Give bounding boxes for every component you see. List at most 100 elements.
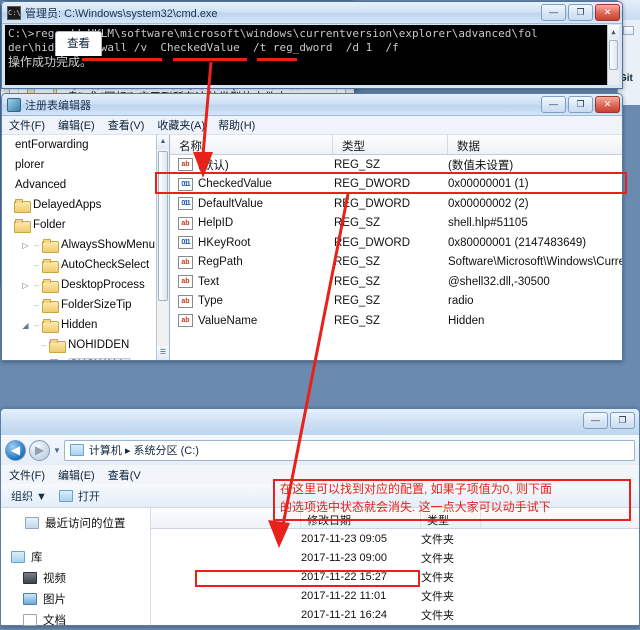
table-row[interactable]: 011 DefaultValue REG_DWORD 0x00000002 (2)	[170, 194, 622, 214]
col-type[interactable]: 类型	[333, 135, 448, 154]
tree-item[interactable]: – FolderSizeTip	[2, 295, 169, 315]
scroll-up-icon[interactable]: ▲	[608, 25, 619, 39]
value-type: REG_SZ	[334, 275, 381, 288]
explorer-file-list[interactable]: 修改日期 类型 2017-11-23 09:05 文件夹 2017-11-23 …	[151, 508, 639, 625]
col-data[interactable]: 数据	[448, 135, 622, 154]
explorer-titlebar: — ❐	[1, 409, 639, 435]
table-row[interactable]: ab RegPath REG_SZ Software\Microsoft\Wind…	[170, 253, 622, 273]
table-row[interactable]: 2017-11-23 09:00 文件夹	[151, 548, 639, 567]
regedit-close-button[interactable]: ✕	[595, 96, 620, 113]
tree-item[interactable]: entForwarding	[2, 135, 169, 155]
tree-item[interactable]: – NOHIDDEN	[2, 335, 169, 355]
regedit-menu-favorites[interactable]: 收藏夹(A)	[157, 117, 205, 133]
value-type: REG_SZ	[334, 158, 381, 171]
table-row[interactable]: ab HelpID REG_SZ shell.hlp#51105	[170, 214, 622, 234]
values-column-headers: 名称 类型 数据	[170, 135, 622, 155]
cmd-icon: C:\	[7, 5, 21, 20]
regedit-menu-help[interactable]: 帮助(H)	[218, 117, 255, 133]
nav-item-videos[interactable]: 视频	[11, 567, 150, 588]
col-type[interactable]: 类型	[421, 508, 481, 528]
col-date[interactable]: 修改日期	[301, 508, 421, 528]
explorer-column-headers: 修改日期 类型	[151, 508, 639, 529]
tree-item[interactable]: Folder	[2, 215, 169, 235]
tree-item[interactable]: DelayedApps	[2, 195, 169, 215]
recent-pages-icon[interactable]: ▼	[53, 446, 61, 455]
twisty-collapsed-icon[interactable]: ▷	[20, 241, 31, 250]
registry-tree[interactable]: entForwarding plorer Advanced DelayedApp…	[2, 135, 170, 360]
explorer-menu-edit[interactable]: 编辑(E)	[58, 467, 95, 483]
twisty-expanded-icon[interactable]: ◢	[20, 321, 31, 330]
registry-editor-window[interactable]: 注册表编辑器 — ❐ ✕ 文件(F) 编辑(E) 查看(V) 收藏夹(A) 帮助…	[1, 93, 623, 361]
regedit-minimize-button[interactable]: —	[541, 96, 566, 113]
tree-item[interactable]: plorer	[2, 155, 169, 175]
cmd-title: 管理员: C:\Windows\system32\cmd.exe	[25, 7, 218, 20]
regedit-menu-edit[interactable]: 编辑(E)	[58, 117, 95, 133]
value-data: Software\Microsoft\Windows\Curren	[448, 256, 622, 269]
value-data: 0x00000001 (1)	[448, 178, 529, 191]
value-data: 0x80000001 (2147483649)	[448, 236, 587, 249]
table-row[interactable]: 011 HKeyRoot REG_DWORD 0x80000001 (214748…	[170, 233, 622, 253]
scroll-up-icon[interactable]: ▲	[157, 135, 169, 149]
table-row[interactable]: 2017-11-21 16:24 文件夹	[151, 605, 639, 624]
nav-item-pictures[interactable]: 图片	[11, 588, 150, 609]
table-row[interactable]: 2017-11-22 15:27 文件夹	[151, 567, 639, 586]
tree-item[interactable]: – AutoCheckSelect	[2, 255, 169, 275]
twisty-collapsed-icon[interactable]: ▷	[20, 281, 31, 290]
folder-icon	[49, 359, 64, 360]
tab-view[interactable]: 查看	[55, 31, 102, 56]
tree-item[interactable]: Advanced	[2, 175, 169, 195]
tree-item[interactable]: ◢ – Hidden	[2, 315, 169, 335]
cmd-close-button[interactable]: ✕	[595, 4, 620, 21]
back-button[interactable]: ◀	[5, 439, 26, 461]
nav-item-documents[interactable]: 文档	[11, 609, 150, 630]
table-row[interactable]: 2017-11-22 11:01 文件夹	[151, 586, 639, 605]
open-folder-icon	[58, 489, 73, 502]
scrollbar-thumb[interactable]	[158, 151, 168, 301]
table-row[interactable]: ab (默认) REG_SZ (数值未设置)	[170, 155, 622, 175]
library-icon	[11, 550, 25, 563]
nav-item-recent[interactable]: 最近访问的位置	[11, 512, 150, 533]
tree-item-showall[interactable]: –SHOWALL	[2, 355, 169, 360]
folder-icon	[42, 299, 59, 313]
scrollbar-thumb[interactable]	[609, 40, 618, 70]
cmd-scrollbar[interactable]: ▲	[607, 25, 619, 85]
cmd-minimize-button[interactable]: —	[541, 4, 566, 21]
col-name[interactable]	[151, 508, 301, 528]
explorer-panes: 最近访问的位置 库 视频 图片 文档 修改日期 类型 2017-11-23 09…	[1, 508, 639, 627]
folder-icon	[42, 279, 59, 293]
explorer-rows: 2017-11-23 09:05 文件夹 2017-11-23 09:00 文件…	[151, 529, 639, 624]
table-row[interactable]: ab Type REG_SZ radio	[170, 292, 622, 312]
col-name[interactable]: 名称	[170, 135, 333, 154]
tree-item[interactable]: ▷ – DesktopProcess	[2, 275, 169, 295]
tree-item[interactable]: ▷ – AlwaysShowMenu	[2, 235, 169, 255]
folder-icon	[42, 319, 59, 333]
explorer-menu-view[interactable]: 查看(V	[108, 467, 141, 483]
recent-icon	[25, 516, 39, 529]
address-bar[interactable]: 计算机 ▸ 系统分区 (C:)	[63, 439, 635, 461]
scroll-down-icon[interactable]: ☰	[157, 346, 169, 360]
row-type: 文件夹	[421, 552, 454, 565]
regedit-body: entForwarding plorer Advanced DelayedApp…	[2, 135, 622, 360]
open-button-label: 打开	[77, 490, 100, 503]
explorer-window[interactable]: — ❐ ◀ ▶ ▼ 计算机 ▸ 系统分区 (C:) 文件(F) 编辑(E) 查看…	[0, 408, 640, 627]
explorer-navbar: ◀ ▶ ▼ 计算机 ▸ 系统分区 (C:)	[1, 435, 639, 465]
tree-item-label: entForwarding	[15, 139, 89, 151]
explorer-menu-file[interactable]: 文件(F)	[9, 467, 45, 483]
table-row[interactable]: ab ValueName REG_SZ Hidden	[170, 311, 622, 331]
nav-item-libraries[interactable]: 库	[11, 546, 150, 567]
regedit-maximize-button[interactable]: ❐	[568, 96, 593, 113]
forward-button[interactable]: ▶	[29, 439, 50, 461]
explorer-maximize-button[interactable]: ❐	[610, 412, 635, 429]
explorer-minimize-button[interactable]: —	[583, 412, 608, 429]
registry-values-list[interactable]: 名称 类型 数据 ab (默认) REG_SZ (数值未设置) 011 Checke…	[170, 135, 622, 360]
open-button[interactable]: 打开	[58, 488, 100, 504]
regedit-menu-file[interactable]: 文件(F)	[9, 117, 45, 133]
table-row[interactable]: 2017-11-23 09:05 文件夹	[151, 529, 639, 548]
organize-button[interactable]: 组织 ▼	[11, 488, 47, 504]
folder-icon	[14, 219, 31, 233]
table-row-checkedvalue[interactable]: 011 CheckedValue REG_DWORD 0x00000001 (1)	[170, 175, 622, 195]
table-row[interactable]: ab Text REG_SZ @shell32.dll,-30500	[170, 272, 622, 292]
tree-scrollbar[interactable]: ▲ ☰	[156, 135, 169, 360]
regedit-menu-view[interactable]: 查看(V)	[108, 117, 145, 133]
cmd-maximize-button[interactable]: ❐	[568, 4, 593, 21]
